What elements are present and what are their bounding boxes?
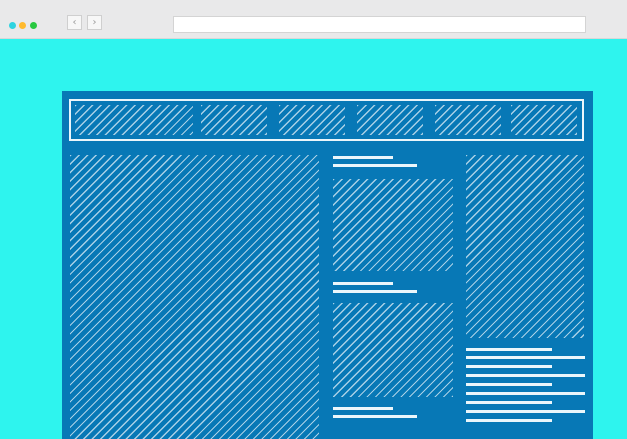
text-line-placeholder bbox=[466, 356, 585, 359]
text-line-placeholder bbox=[333, 290, 417, 293]
hero-image-placeholder bbox=[70, 155, 319, 439]
text-line-placeholder bbox=[333, 415, 417, 418]
logo-placeholder bbox=[75, 105, 193, 135]
address-bar[interactable] bbox=[173, 16, 586, 33]
close-window-dot[interactable] bbox=[9, 22, 16, 29]
text-line-placeholder bbox=[333, 282, 393, 285]
text-line-placeholder bbox=[466, 392, 585, 395]
nav-placeholder-2 bbox=[279, 105, 345, 135]
card-image-placeholder bbox=[333, 303, 453, 397]
nav-placeholder-3 bbox=[357, 105, 423, 135]
text-line-placeholder bbox=[333, 156, 393, 159]
text-line-placeholder bbox=[466, 383, 552, 386]
sidebar-image-placeholder bbox=[466, 155, 584, 338]
minimize-window-dot[interactable] bbox=[19, 22, 26, 29]
nav-placeholder-5 bbox=[511, 105, 577, 135]
maximize-window-dot[interactable] bbox=[30, 22, 37, 29]
text-line-placeholder bbox=[466, 401, 552, 404]
text-line-placeholder bbox=[333, 164, 417, 167]
card-image-placeholder bbox=[333, 179, 453, 271]
text-line-placeholder bbox=[466, 374, 585, 377]
chevron-right-icon: › bbox=[92, 17, 97, 28]
text-line-placeholder bbox=[466, 365, 552, 368]
forward-button[interactable]: › bbox=[87, 15, 102, 30]
text-line-placeholder bbox=[333, 407, 393, 410]
nav-placeholder-1 bbox=[201, 105, 267, 135]
browser-window: ‹ › bbox=[0, 0, 627, 439]
wireframe-header bbox=[69, 99, 584, 141]
chevron-left-icon: ‹ bbox=[72, 17, 77, 28]
text-line-placeholder bbox=[466, 348, 552, 351]
back-button[interactable]: ‹ bbox=[67, 15, 82, 30]
nav-placeholder-4 bbox=[435, 105, 501, 135]
text-line-placeholder bbox=[466, 419, 552, 422]
wireframe-page bbox=[62, 91, 593, 439]
browser-toolbar: ‹ › bbox=[0, 0, 627, 39]
text-line-placeholder bbox=[466, 410, 585, 413]
